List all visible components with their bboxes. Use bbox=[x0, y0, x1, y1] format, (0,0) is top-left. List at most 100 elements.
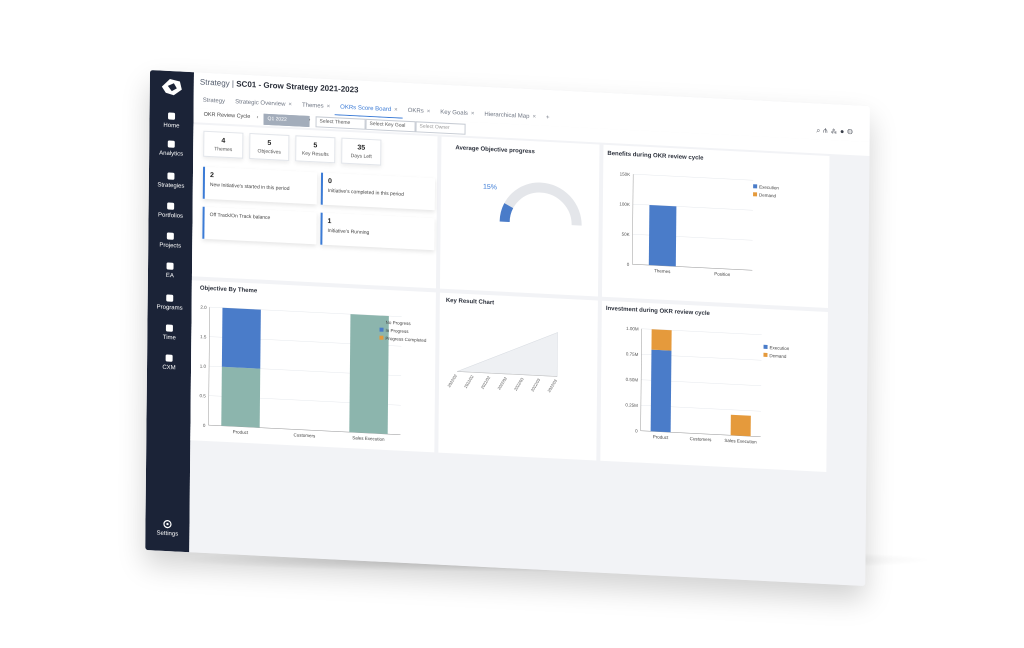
bar-demand[interactable] bbox=[651, 329, 672, 351]
initiative-card[interactable]: 1 Initiative's Running bbox=[320, 212, 435, 251]
avg-progress-title: Average Objective progress bbox=[455, 145, 535, 156]
x-tick-label: Sales Execution bbox=[724, 438, 757, 445]
bar-in-progress[interactable] bbox=[221, 307, 261, 369]
x-tick-label: 2022/03 bbox=[513, 376, 525, 392]
sidebar-item-analytics[interactable]: Analytics bbox=[149, 138, 193, 158]
close-icon[interactable]: × bbox=[394, 107, 398, 113]
project-icon bbox=[166, 232, 174, 240]
y-tick-label: 0 bbox=[203, 423, 206, 428]
legend-swatch bbox=[763, 344, 768, 349]
connect-icon[interactable]: ⁂ bbox=[830, 128, 840, 135]
initiative-label: New Initiative's started in this period bbox=[209, 182, 290, 193]
theme-select[interactable]: Select Theme bbox=[315, 116, 366, 130]
user-avatar-icon[interactable]: ◍ bbox=[847, 129, 856, 136]
y-tick-label: 0.25M bbox=[625, 402, 638, 408]
y-tick-label: 1.5 bbox=[200, 334, 207, 339]
stat-card[interactable]: 35 Days Left bbox=[341, 137, 382, 166]
key-result-title: Key Result Chart bbox=[445, 297, 495, 307]
summary-panel: 4 Themes 5 Objectives 5 Key Results 35 Days Lef… bbox=[191, 124, 438, 289]
y-tick-label: 100K bbox=[619, 202, 630, 208]
tab-label: Key Goals bbox=[440, 109, 468, 117]
tab-label: Hierarchical Map bbox=[484, 111, 530, 120]
portfolio-icon bbox=[167, 202, 175, 210]
breadcrumb-prefix[interactable]: Strategy | bbox=[200, 78, 234, 89]
close-icon[interactable]: × bbox=[471, 111, 475, 117]
legend-swatch bbox=[753, 192, 758, 197]
hierarchy-icon[interactable]: ⋔ bbox=[823, 128, 830, 135]
sidebar-item-label: Analytics bbox=[159, 150, 184, 158]
close-icon[interactable]: × bbox=[532, 114, 536, 120]
sidebar-item-strategies[interactable]: Strategies bbox=[149, 170, 193, 190]
sidebar-item-label: Portfolios bbox=[158, 212, 184, 220]
legend-label: Progress Completed bbox=[385, 336, 427, 343]
tab-label: Strategic Overview bbox=[235, 99, 286, 108]
sidebar-item-home[interactable]: Home bbox=[149, 110, 193, 130]
key-result-area[interactable] bbox=[457, 328, 558, 377]
bar-execution[interactable] bbox=[648, 205, 677, 267]
investment-panel: Investment during OKR review cycle 0 0.25… bbox=[600, 300, 828, 472]
program-icon bbox=[166, 294, 174, 302]
info-icon[interactable]: ● bbox=[840, 129, 847, 136]
legend-label: Demand bbox=[759, 193, 777, 199]
sidebar-item-projects[interactable]: Projects bbox=[148, 230, 192, 250]
legend-label: In Progress bbox=[385, 328, 409, 334]
stat-card[interactable]: 5 Key Results bbox=[295, 135, 336, 164]
close-icon[interactable]: × bbox=[427, 109, 431, 115]
sidebar-item-programs[interactable]: Programs bbox=[148, 292, 192, 312]
stat-value: 5 bbox=[267, 139, 272, 148]
x-tick-label: 2022/02 bbox=[496, 375, 508, 391]
owner-select[interactable]: Select Owner bbox=[415, 121, 466, 135]
initiative-card[interactable]: 2 New Initiative's started in this period bbox=[202, 166, 318, 205]
stat-card[interactable]: 4 Themes bbox=[203, 130, 244, 159]
key-result-chart: 2022/02 2022/02 2022/02 2022/02 2022/03 2022/… bbox=[446, 328, 558, 393]
y-axis bbox=[632, 174, 634, 265]
y-tick-label: 50K bbox=[622, 232, 630, 237]
stat-value: 35 bbox=[357, 144, 366, 152]
key-goal-select[interactable]: Select Key Goal bbox=[365, 118, 416, 133]
bar-no-progress[interactable] bbox=[349, 314, 389, 435]
sidebar-item-label: Time bbox=[162, 334, 176, 342]
cycle-select[interactable]: Q1 2022 bbox=[263, 113, 310, 127]
stat-card[interactable]: 5 Objectives bbox=[249, 133, 290, 161]
initiative-label: Initiative's Running bbox=[327, 227, 370, 237]
x-tick-label: Product bbox=[233, 429, 249, 435]
grid-line bbox=[633, 173, 754, 181]
y-tick-label: 0 bbox=[635, 428, 638, 433]
y-tick-label: 0 bbox=[627, 262, 630, 267]
cycle-prev-button[interactable]: ‹ bbox=[254, 113, 262, 122]
tab-label: OKRs bbox=[407, 107, 424, 115]
investment-title: Investment during OKR review cycle bbox=[605, 305, 710, 318]
logo-icon bbox=[161, 79, 182, 96]
stat-value: 4 bbox=[221, 137, 226, 145]
initiative-card[interactable]: Off Track/On Track balance bbox=[202, 206, 317, 245]
x-tick-label: Position bbox=[714, 271, 731, 277]
cycle-next-button[interactable]: › bbox=[306, 116, 314, 125]
stat-value: 5 bbox=[313, 142, 318, 150]
avg-progress-gauge: 15% bbox=[483, 182, 582, 226]
bar-execution[interactable] bbox=[650, 349, 672, 433]
close-icon[interactable]: × bbox=[327, 104, 331, 110]
tab-label: OKRs Score Board bbox=[340, 104, 392, 114]
legend-swatch bbox=[379, 319, 384, 324]
analytics-icon bbox=[167, 140, 175, 148]
benefits-title: Benefits during OKR review cycle bbox=[607, 150, 704, 162]
gear-icon bbox=[163, 519, 172, 529]
x-tick-label: 2022/02 bbox=[480, 374, 492, 390]
close-icon[interactable]: × bbox=[288, 102, 292, 108]
sidebar-item-portfolios[interactable]: Portfolios bbox=[149, 200, 193, 220]
sidebar-item-ea[interactable]: EA bbox=[148, 260, 192, 280]
sidebar-item-time[interactable]: Time bbox=[147, 322, 191, 342]
toolbar-icons: ⌕⋔⁂●◍ bbox=[816, 127, 855, 137]
sidebar-item-settings[interactable]: Settings bbox=[145, 518, 189, 538]
initiative-card[interactable]: 0 Initiative's completed in this period bbox=[320, 172, 436, 211]
legend-swatch bbox=[753, 184, 758, 189]
x-tick-label: Customers bbox=[690, 436, 713, 442]
add-tab-button[interactable]: + bbox=[541, 112, 555, 127]
bar-no-progress[interactable] bbox=[221, 366, 261, 428]
sidebar-item-cxm[interactable]: CXM bbox=[147, 352, 191, 372]
investment-chart: 0 0.25M 0.50M 0.75M 1.00M Product Customers Sal… bbox=[625, 326, 789, 445]
key-result-panel: Key Result Chart 2022/02 2022/02 2022/02 20… bbox=[438, 292, 598, 461]
app-window: Home Analytics Strategies Portfolios Project… bbox=[145, 70, 870, 586]
bar-demand[interactable] bbox=[730, 414, 751, 437]
ea-icon bbox=[166, 262, 174, 270]
